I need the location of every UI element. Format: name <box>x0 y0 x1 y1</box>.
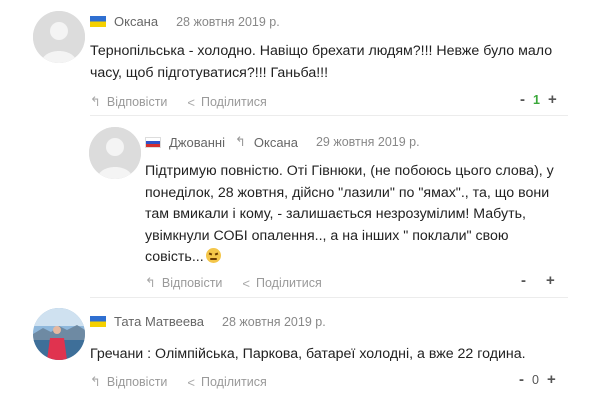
comment-author[interactable]: Джованні <box>169 135 225 150</box>
comment-text-body: Підтримую повністю. Оті Гівнюки, (не поб… <box>145 163 554 265</box>
reply-button[interactable]: ↰ Відповісти <box>90 374 167 390</box>
vote-widget: - + <box>521 272 555 289</box>
reply-button[interactable]: ↰ Відповісти <box>90 94 167 110</box>
angry-face-emoji-icon <box>205 248 221 263</box>
vote-up-button[interactable]: + <box>548 91 557 108</box>
comment-divider <box>90 115 568 116</box>
vote-widget: - 1 + <box>520 91 557 108</box>
ukraine-flag-icon <box>90 316 106 327</box>
share-label: Поділитися <box>256 276 322 290</box>
comment-date: 28 жовтня 2019 р. <box>176 14 280 29</box>
reply-to-author[interactable]: Оксана <box>254 135 298 150</box>
reply-label: Відповісти <box>106 95 168 109</box>
share-label: Поділитися <box>201 375 267 389</box>
vote-score: 1 <box>533 92 540 107</box>
comment-date: 28 жовтня 2019 р. <box>222 314 326 329</box>
share-icon: < <box>187 374 196 390</box>
share-icon: < <box>242 275 251 291</box>
reply-label: Відповісти <box>106 375 168 389</box>
share-label: Поділитися <box>201 95 267 109</box>
comment-text: Тернопільська - холодно. Навіщо брехати … <box>90 43 553 81</box>
avatar-photo[interactable] <box>33 308 85 360</box>
reply-label: Відповісти <box>161 276 223 290</box>
user-silhouette-icon <box>89 127 141 179</box>
avatar-default[interactable] <box>33 11 85 63</box>
vote-widget: - 0 + <box>519 371 556 388</box>
vote-down-button[interactable]: - <box>520 91 525 108</box>
comment-date: 29 жовтня 2019 р. <box>315 135 420 149</box>
user-photo-image <box>33 308 85 360</box>
reply-icon: ↰ <box>90 94 101 109</box>
reply-icon: ↰ <box>145 275 156 290</box>
vote-down-button[interactable]: - <box>521 272 526 289</box>
ukraine-flag-icon <box>90 16 106 27</box>
russia-flag-icon <box>145 136 161 148</box>
comment-text: Гречани : Олімпійська, Паркова, батареї … <box>90 346 526 362</box>
vote-down-button[interactable]: - <box>519 371 524 388</box>
reply-button[interactable]: ↰ Відповісти <box>145 275 222 291</box>
share-button[interactable]: < Поділитися <box>187 95 266 110</box>
comment-author[interactable]: Оксана <box>114 14 158 29</box>
user-silhouette-icon <box>33 11 85 63</box>
reply-icon: ↰ <box>90 374 101 389</box>
share-icon: < <box>187 94 196 110</box>
comment-text: Підтримую повністю. Оті Гівнюки, (не поб… <box>145 161 565 269</box>
comment-divider <box>90 297 568 298</box>
comment-author[interactable]: Тата Матвеева <box>114 314 204 329</box>
vote-score: 0 <box>532 372 539 387</box>
reply-arrow-icon: ↰ <box>234 134 246 149</box>
vote-up-button[interactable]: + <box>547 371 556 388</box>
share-button[interactable]: < Поділитися <box>242 276 321 291</box>
vote-up-button[interactable]: + <box>546 272 555 289</box>
share-button[interactable]: < Поділитися <box>187 375 266 390</box>
avatar-default[interactable] <box>89 127 141 179</box>
